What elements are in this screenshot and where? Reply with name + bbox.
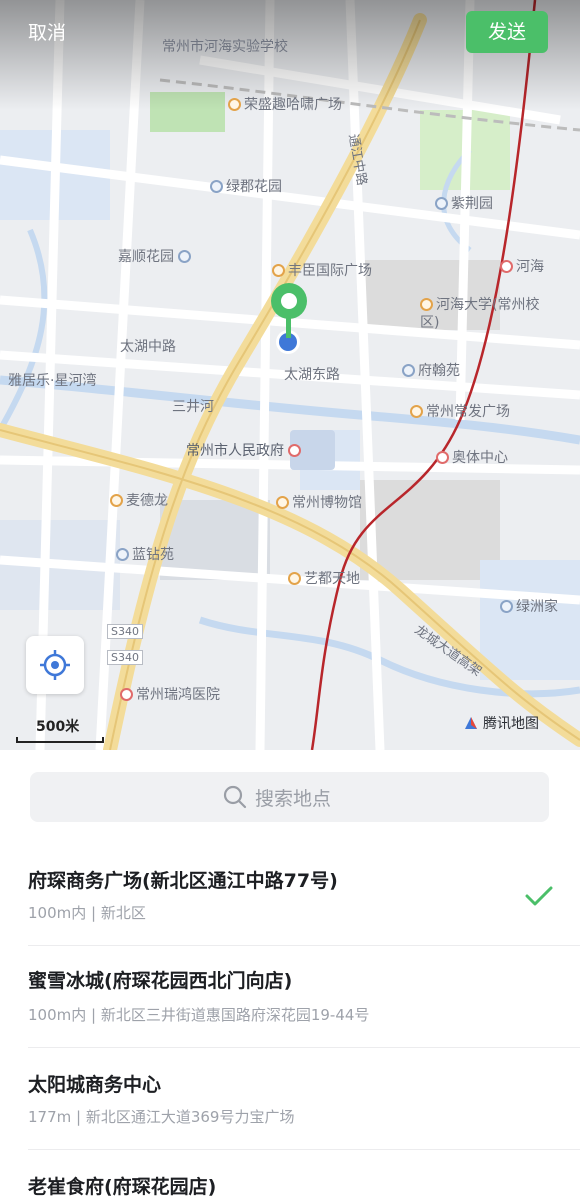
poi-icon: [116, 548, 129, 561]
poi-icon: [110, 494, 123, 507]
result-subtitle: 177m | 新北区通江大道369号力宝广场: [28, 1108, 295, 1126]
map-label-hhu: 河海大学(常州校区): [420, 297, 540, 331]
map-label-s340-b: S340: [107, 650, 143, 665]
map-label-lanzuan: 蓝钻苑: [116, 544, 174, 564]
map-label-lvjun: 绿郡花园: [210, 176, 282, 196]
map-label-sanjinghe: 三井河: [172, 399, 214, 415]
result-subtitle: 100m内 | 新北区: [28, 904, 146, 922]
map-label-plaza: 荣盛趣哈啸广场: [228, 94, 342, 114]
search-icon: [223, 785, 247, 809]
tencent-map-logo-icon: [465, 717, 477, 729]
locate-button[interactable]: [26, 636, 84, 694]
map-brand: 腾讯地图: [463, 713, 539, 735]
poi-icon: [420, 298, 433, 311]
map-label-changfa: 常州常发广场: [410, 401, 510, 421]
result-title: 蜜雪冰城(府琛花园西北门向店): [28, 970, 293, 992]
poi-icon: [500, 600, 513, 613]
map-label-fengchen: 丰臣国际广场: [272, 260, 372, 280]
cancel-button[interactable]: 取消: [22, 14, 72, 52]
poi-icon: [178, 250, 192, 263]
poi-icon: [228, 98, 241, 111]
result-item[interactable]: 蜜雪冰城(府琛花园西北门向店) 100m内 | 新北区三井街道惠国路府深花园19…: [0, 946, 580, 1048]
result-title: 太阳城商务中心: [28, 1074, 162, 1096]
map-label-ruihong: 常州瑞鸿医院: [120, 684, 220, 704]
result-title: 府琛商务广场(新北区通江中路77号): [28, 870, 338, 892]
map-label-olympic: 奥体中心: [436, 447, 508, 467]
search-placeholder: 搜索地点: [223, 784, 331, 810]
scale-bar: [16, 737, 104, 743]
map-label-taihu-east: 太湖东路: [284, 367, 340, 383]
result-item[interactable]: 府琛商务广场(新北区通江中路77号) 100m内 | 新北区: [0, 844, 580, 946]
poi-icon: [435, 197, 448, 210]
poi-icon: [276, 496, 289, 509]
search-input[interactable]: 搜索地点: [30, 772, 549, 822]
hospital-icon: [120, 688, 133, 701]
map-label-yidu: 艺都天地: [288, 568, 360, 588]
poi-icon: [288, 572, 301, 585]
crosshair-icon: [40, 650, 70, 680]
poi-icon: [288, 444, 302, 457]
map-label-taihu-mid: 太湖中路: [120, 339, 176, 355]
metro-icon: [436, 451, 449, 464]
poi-icon: [410, 405, 423, 418]
map-label-maidelong: 麦德龙: [110, 490, 168, 510]
map-label-s340-a: S340: [107, 624, 143, 639]
scale-label: 500米: [36, 719, 80, 735]
map-label-fuhan: 府翰苑: [402, 360, 460, 380]
map-label-zijing: 紫荆园: [435, 193, 493, 213]
map-label-gov: 常州市人民政府: [186, 440, 304, 460]
result-item[interactable]: 老崔食府(府琛花园店): [0, 1150, 580, 1200]
map-label-hehai: 河海: [500, 256, 544, 276]
map-label-jiashun: 嘉顺花园: [118, 246, 194, 266]
poi-icon: [272, 264, 285, 277]
poi-icon: [210, 180, 223, 193]
map-label-school: 常州市河海实验学校: [162, 39, 288, 55]
map-label-yaju: 雅居乐·星河湾: [8, 373, 97, 389]
map-label-lvzhou: 绿洲家: [500, 596, 558, 616]
check-icon: [525, 886, 553, 906]
poi-sheet: 搜索地点 府琛商务广场(新北区通江中路77号) 100m内 | 新北区 蜜雪冰城…: [0, 750, 580, 1200]
map-label-museum: 常州博物馆: [276, 492, 362, 512]
map-view[interactable]: 常州市河海实验学校 荣盛趣哈啸广场 绿郡花园 紫荆园 嘉顺花园 丰臣国际广场 河…: [0, 0, 580, 750]
result-subtitle: 100m内 | 新北区三井街道惠国路府深花园19-44号: [28, 1006, 370, 1024]
metro-icon: [500, 260, 513, 273]
result-title: 老崔食府(府琛花园店): [28, 1176, 217, 1198]
send-button[interactable]: 发送: [466, 11, 548, 53]
result-item[interactable]: 太阳城商务中心 177m | 新北区通江大道369号力宝广场: [0, 1048, 580, 1150]
location-pin-icon: [271, 283, 307, 354]
poi-icon: [402, 364, 415, 377]
